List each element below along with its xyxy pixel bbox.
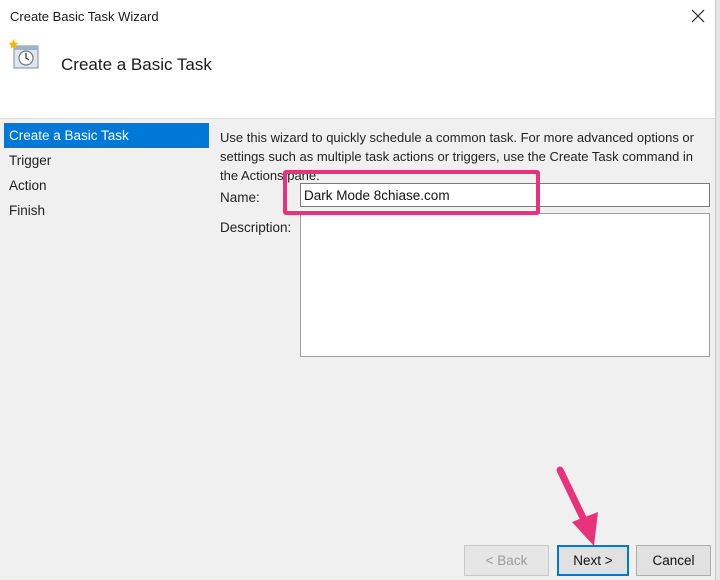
wizard-steps-sidebar: Create a Basic Task Trigger Action Finis…	[0, 119, 212, 580]
task-clock-icon	[8, 38, 39, 69]
name-input[interactable]	[300, 183, 710, 207]
close-icon	[691, 9, 705, 23]
close-button[interactable]	[676, 0, 720, 32]
description-input[interactable]	[300, 213, 710, 357]
wizard-header: Create a Basic Task	[0, 32, 715, 118]
intro-text: Use this wizard to quickly schedule a co…	[220, 130, 694, 183]
window-edge	[715, 0, 720, 580]
next-button[interactable]: Next >	[557, 545, 629, 576]
cancel-button[interactable]: Cancel	[636, 545, 711, 576]
back-button[interactable]: < Back	[464, 545, 549, 576]
description-label: Description:	[220, 220, 292, 235]
sidebar-item-action[interactable]: Action	[4, 173, 209, 198]
title-bar: Create Basic Task Wizard	[0, 0, 720, 32]
sidebar-item-trigger[interactable]: Trigger	[4, 148, 209, 173]
page-title: Create a Basic Task	[61, 55, 212, 74]
wizard-content: Use this wizard to quickly schedule a co…	[212, 119, 715, 580]
sidebar-item-create-basic-task[interactable]: Create a Basic Task	[4, 123, 209, 148]
sidebar-item-finish[interactable]: Finish	[4, 198, 209, 223]
window-title: Create Basic Task Wizard	[10, 9, 159, 24]
name-label: Name:	[220, 190, 260, 205]
